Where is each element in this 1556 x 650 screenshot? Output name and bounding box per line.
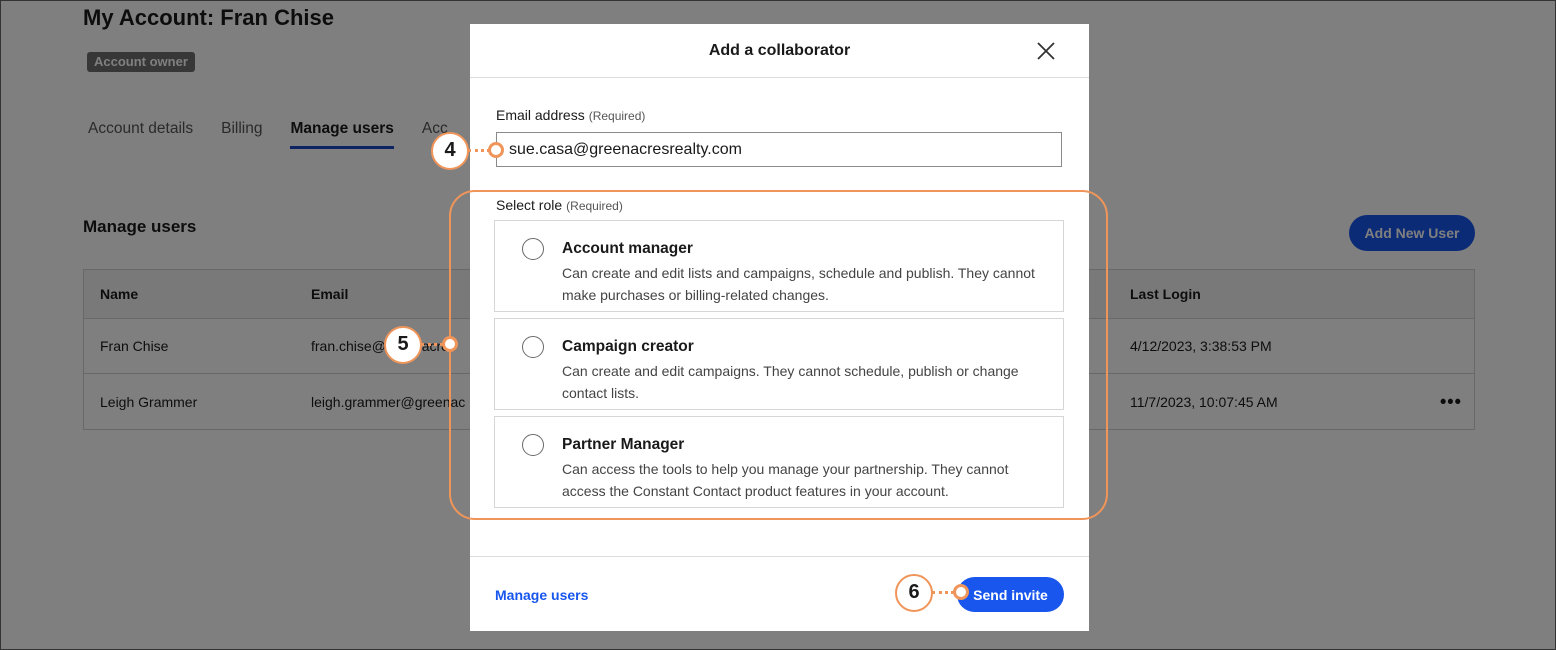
step-4-callout: 4 bbox=[431, 132, 469, 170]
role-highlight-outline bbox=[449, 190, 1108, 520]
email-label: Email address (Required) bbox=[496, 107, 645, 123]
close-icon[interactable] bbox=[1036, 41, 1056, 61]
step-6-dot bbox=[953, 584, 969, 600]
step-4-dot bbox=[488, 142, 504, 158]
step-5-callout: 5 bbox=[384, 326, 422, 364]
step-5-dot bbox=[442, 336, 458, 352]
required-hint: (Required) bbox=[588, 109, 646, 123]
dialog-title: Add a collaborator bbox=[708, 42, 851, 59]
step-4-connector bbox=[468, 149, 490, 152]
step-5-connector bbox=[421, 343, 443, 346]
email-label-text: Email address bbox=[496, 107, 585, 123]
send-invite-button[interactable]: Send invite bbox=[957, 577, 1064, 612]
email-field[interactable] bbox=[496, 132, 1062, 167]
step-6-callout: 6 bbox=[895, 574, 933, 612]
dialog-footer: Manage users Send invite bbox=[470, 556, 1089, 631]
dialog-header: Add a collaborator bbox=[470, 24, 1089, 78]
step-6-connector bbox=[932, 591, 954, 594]
manage-users-link[interactable]: Manage users bbox=[495, 587, 588, 603]
